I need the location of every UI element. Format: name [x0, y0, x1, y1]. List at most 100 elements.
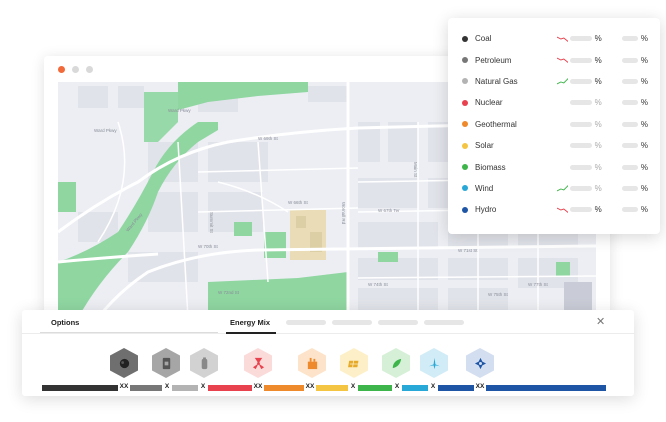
legend-row-geothermal: Geothermal % %: [462, 114, 648, 135]
window-maximize-button[interactable]: [86, 65, 93, 73]
window-close-button[interactable]: [58, 65, 65, 73]
solar-icon[interactable]: [340, 348, 368, 378]
legend-percent-secondary: %: [640, 98, 648, 108]
value-placeholder: [622, 164, 638, 170]
legend-label: Petroleum: [475, 55, 512, 65]
biomass-bar: [358, 385, 392, 391]
legend-percent: %: [594, 162, 602, 172]
tab-energy-mix[interactable]: Energy Mix: [230, 318, 270, 327]
value-placeholder: [570, 36, 592, 42]
tab-placeholder[interactable]: [332, 320, 372, 325]
wind-bar: [402, 385, 428, 391]
natural-gas-icon[interactable]: [190, 348, 218, 378]
legend-percent: %: [594, 183, 602, 193]
svg-text:W 67th Ter: W 67th Ter: [378, 208, 400, 213]
natural-gas-bar-label: X: [200, 383, 206, 390]
geothermal-icon[interactable]: [298, 348, 326, 378]
svg-text:W 74th St: W 74th St: [368, 282, 389, 287]
value-placeholder: [570, 100, 592, 106]
trend-down-icon: [556, 57, 569, 64]
natural-gas-color-dot: [462, 78, 468, 85]
hydro-bar-label: XX: [475, 383, 485, 390]
solar-bar-label: X: [350, 383, 356, 390]
trend-down-icon: [556, 207, 569, 214]
legend-percent-secondary: %: [640, 183, 648, 193]
coal-icon[interactable]: [110, 348, 138, 378]
legend-label: Nuclear: [475, 98, 503, 108]
close-icon[interactable]: ✕: [596, 315, 605, 328]
svg-text:W 66th St: W 66th St: [288, 200, 309, 205]
nuclear-color-dot: [462, 99, 468, 106]
legend-label: Hydro: [475, 205, 497, 215]
tab-placeholder[interactable]: [286, 320, 326, 325]
legend-label: Biomass: [475, 162, 506, 172]
trend-up-icon: [556, 78, 569, 85]
legend-percent-secondary: %: [640, 34, 648, 44]
window-minimize-button[interactable]: [72, 65, 79, 73]
value-placeholder: [570, 185, 592, 191]
stage: Ward Pkwy Ward Pkwy W 66th St W 67th Ter…: [0, 0, 666, 422]
legend-percent: %: [594, 205, 602, 215]
hydro-color-dot: [462, 206, 468, 213]
legend-row-wind: Wind % %: [462, 178, 648, 199]
trend-down-icon: [556, 36, 569, 42]
nuclear-bar-label: XX: [253, 383, 263, 390]
petroleum-color-dot: [462, 57, 468, 64]
legend-label: Wind: [475, 183, 494, 193]
wind-bar-label: X: [430, 383, 436, 390]
value-placeholder: [622, 185, 638, 191]
value-placeholder: [622, 36, 638, 42]
tab-options[interactable]: Options: [51, 318, 79, 327]
legend-label: Solar: [475, 141, 494, 151]
value-placeholder: [622, 143, 638, 149]
geothermal-bar-label: XX: [305, 383, 315, 390]
geothermal-bar: [264, 385, 304, 391]
legend-row-natural-gas: Natural Gas % %: [462, 71, 648, 92]
wind-icon[interactable]: [420, 348, 448, 378]
wind-color-dot: [462, 185, 468, 192]
petroleum-bar-label: X: [164, 383, 170, 390]
svg-text:W 69th St: W 69th St: [258, 136, 279, 141]
biomass-icon[interactable]: [382, 348, 410, 378]
value-placeholder: [622, 207, 638, 213]
panel-tabs: Options Energy Mix ✕: [22, 310, 634, 334]
legend-row-hydro: Hydro % %: [462, 199, 648, 220]
svg-text:W 70th St: W 70th St: [198, 244, 219, 249]
solar-color-dot: [462, 142, 468, 149]
hydro-bar-extension: [486, 385, 606, 391]
value-placeholder: [570, 143, 592, 149]
value-placeholder: [622, 100, 638, 106]
hydro-bar: [438, 385, 474, 391]
svg-text:W 71st St: W 71st St: [458, 248, 478, 253]
svg-text:W 77th St: W 77th St: [528, 282, 549, 287]
value-placeholder: [570, 121, 592, 127]
coal-bar-label: XX: [119, 383, 129, 390]
coal-bar: [42, 385, 118, 391]
legend-label: Geothermal: [475, 119, 517, 129]
legend-label: Coal: [475, 34, 492, 44]
legend-percent-secondary: %: [640, 141, 648, 151]
nuclear-bar: [208, 385, 252, 391]
natural-gas-bar: [172, 385, 198, 391]
value-placeholder: [570, 207, 592, 213]
legend-row-coal: Coal % %: [462, 28, 648, 49]
hydro-icon[interactable]: [466, 348, 494, 378]
trend-up-icon: [556, 185, 569, 192]
svg-text:Summit St: Summit St: [209, 212, 214, 234]
svg-text:Wornall Rd: Wornall Rd: [341, 202, 346, 225]
svg-text:W 75th St: W 75th St: [488, 292, 509, 297]
legend-percent: %: [594, 34, 602, 44]
legend-row-biomass: Biomass % %: [462, 156, 648, 177]
petroleum-icon[interactable]: [152, 348, 180, 378]
nuclear-icon[interactable]: [244, 348, 272, 378]
legend-percent-secondary: %: [640, 55, 648, 65]
legend-percent: %: [594, 141, 602, 151]
tab-placeholder[interactable]: [378, 320, 418, 325]
value-placeholder: [570, 164, 592, 170]
legend-percent: %: [594, 55, 602, 65]
tab-placeholder[interactable]: [424, 320, 464, 325]
biomass-bar-label: X: [394, 383, 400, 390]
value-placeholder: [622, 121, 638, 127]
value-placeholder: [622, 78, 638, 84]
svg-text:Ward Pkwy: Ward Pkwy: [94, 128, 117, 133]
